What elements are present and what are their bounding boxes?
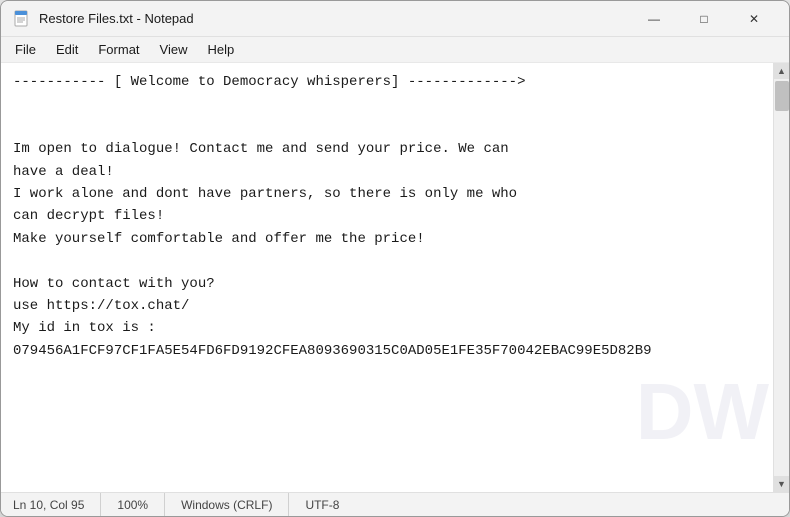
window-controls: — □ ✕ [631, 5, 777, 33]
scroll-up-button[interactable]: ▲ [774, 63, 790, 79]
notepad-window: Restore Files.txt - Notepad — □ ✕ File E… [0, 0, 790, 517]
menu-file[interactable]: File [5, 40, 46, 59]
menu-help[interactable]: Help [197, 40, 244, 59]
scroll-down-button[interactable]: ▼ [774, 476, 790, 492]
zoom-level: 100% [101, 493, 165, 516]
minimize-button[interactable]: — [631, 5, 677, 33]
menu-format[interactable]: Format [88, 40, 149, 59]
app-icon [13, 10, 31, 28]
window-title: Restore Files.txt - Notepad [39, 11, 631, 26]
maximize-button[interactable]: □ [681, 5, 727, 33]
editor-area: ----------- [ Welcome to Democracy whisp… [1, 63, 789, 492]
menu-bar: File Edit Format View Help [1, 37, 789, 63]
encoding: UTF-8 [289, 493, 355, 516]
line-ending: Windows (CRLF) [165, 493, 289, 516]
menu-view[interactable]: View [150, 40, 198, 59]
title-bar: Restore Files.txt - Notepad — □ ✕ [1, 1, 789, 37]
cursor-position: Ln 10, Col 95 [13, 493, 101, 516]
status-bar: Ln 10, Col 95 100% Windows (CRLF) UTF-8 [1, 492, 789, 516]
close-button[interactable]: ✕ [731, 5, 777, 33]
text-editor[interactable]: ----------- [ Welcome to Democracy whisp… [1, 63, 773, 492]
menu-edit[interactable]: Edit [46, 40, 88, 59]
scrollbar: ▲ ▼ [773, 63, 789, 492]
scrollbar-thumb[interactable] [775, 81, 789, 111]
